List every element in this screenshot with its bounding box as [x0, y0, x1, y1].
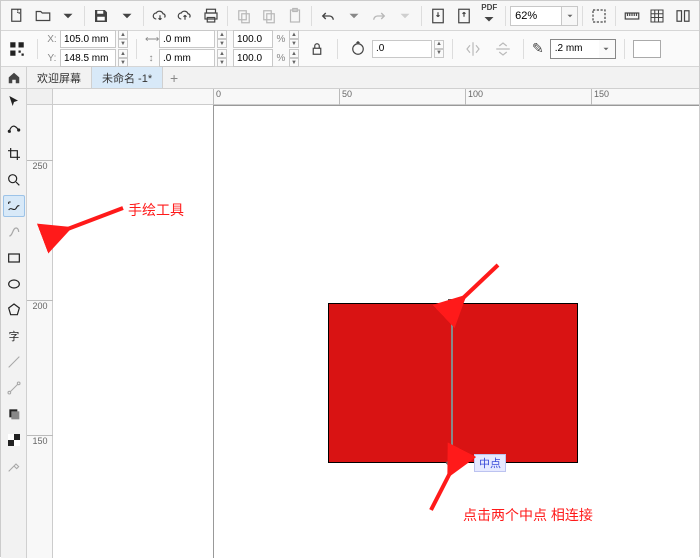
property-toolbar: X:▲▼ Y:▲▼ ⟷▲▼ ↕▲▼ %▲▼ %▲▼ ▲▼ ✎ [1, 31, 699, 67]
chevron-down-icon[interactable] [561, 7, 577, 25]
ruler-icon[interactable] [620, 4, 644, 28]
freehand-line[interactable] [451, 303, 453, 463]
settings-icon[interactable] [671, 4, 695, 28]
arrow-to-tool [63, 200, 133, 243]
rectangle-tool[interactable] [3, 247, 25, 269]
tab-active[interactable]: 未命名 -1* [92, 67, 163, 88]
polygon-tool[interactable] [3, 299, 25, 321]
red-rectangle[interactable] [328, 303, 578, 463]
import-icon[interactable] [426, 4, 450, 28]
open-icon[interactable] [31, 4, 55, 28]
freehand-tool[interactable] [3, 195, 25, 217]
fullscreen-icon[interactable] [587, 4, 611, 28]
redo-icon [367, 4, 391, 28]
work-area: 字 0 50 100 150 200 250 200 150 中点 [1, 89, 699, 558]
copy2-icon [258, 4, 282, 28]
document-tabs: 欢迎屏幕 未命名 -1* + [1, 67, 699, 89]
dropdown-icon[interactable] [115, 4, 139, 28]
position-group: X:▲▼ Y:▲▼ [46, 30, 128, 67]
pick-tool[interactable] [3, 91, 25, 113]
export-icon[interactable] [452, 4, 476, 28]
undo-icon[interactable] [316, 4, 340, 28]
main-toolbar: PDF [1, 1, 699, 31]
rotate-input[interactable] [372, 40, 432, 58]
canvas[interactable]: 0 50 100 150 200 250 200 150 中点 手绘工具 [27, 89, 699, 558]
dropshadow-tool[interactable] [3, 403, 25, 425]
cloud-down-icon[interactable] [148, 4, 172, 28]
text-tool[interactable]: 字 [3, 325, 25, 347]
dropdown-icon[interactable] [56, 4, 80, 28]
print-icon[interactable] [199, 4, 223, 28]
chevron-down-icon[interactable] [599, 44, 613, 54]
new-icon[interactable] [5, 4, 29, 28]
tab-welcome[interactable]: 欢迎屏幕 [27, 67, 92, 88]
outline-input[interactable] [551, 40, 599, 58]
dropdown-icon[interactable] [342, 4, 366, 28]
pen-label: ✎ [532, 40, 544, 57]
size-group: ⟷▲▼ ↕▲▼ [145, 30, 227, 67]
grid-icon[interactable] [646, 4, 670, 28]
scale-group: %▲▼ %▲▼ [233, 30, 299, 67]
ellipse-tool[interactable] [3, 273, 25, 295]
pdf-icon[interactable]: PDF [477, 4, 501, 28]
dropdown-icon [393, 4, 417, 28]
dimension-tool[interactable] [3, 351, 25, 373]
flip-v-icon [491, 37, 515, 61]
y-input[interactable] [60, 49, 116, 67]
eyedropper-tool[interactable] [3, 455, 25, 477]
anno-mid-label: 点击两个中点 相连接 [463, 505, 593, 525]
svg-text:字: 字 [8, 330, 19, 343]
outline-combo[interactable] [550, 39, 616, 59]
shape-tool[interactable] [3, 117, 25, 139]
w-input[interactable] [159, 30, 215, 48]
rotate-group: ▲▼ [346, 37, 444, 61]
connector-tool[interactable] [3, 377, 25, 399]
transparency-tool[interactable] [3, 429, 25, 451]
h-label: ↕ [145, 53, 157, 64]
x-input[interactable] [60, 30, 116, 48]
lock-ratio-icon[interactable] [305, 37, 329, 61]
y-label: Y: [46, 53, 58, 64]
sy-input[interactable] [233, 49, 273, 67]
new-tab-button[interactable]: + [163, 67, 185, 88]
ruler-horizontal: 0 50 100 150 200 [53, 89, 699, 105]
zoom-input[interactable] [511, 7, 561, 25]
artistic-media-tool[interactable] [3, 221, 25, 243]
anno-tool-label: 手绘工具 [128, 200, 184, 220]
cloud-up-icon[interactable] [173, 4, 197, 28]
home-icon[interactable] [1, 67, 27, 88]
rotate-icon [346, 37, 370, 61]
arrow-to-top-mid [453, 260, 503, 313]
paste-icon [283, 4, 307, 28]
ruler-vertical: 250 200 150 [27, 105, 53, 558]
x-label: X: [46, 34, 58, 45]
w-label: ⟷ [145, 34, 157, 45]
crop-tool[interactable] [3, 143, 25, 165]
toolbox: 字 [1, 89, 27, 558]
qr-icon[interactable] [5, 37, 29, 61]
ruler-corner [27, 89, 53, 105]
zoom-combo[interactable] [510, 6, 578, 26]
h-input[interactable] [159, 49, 215, 67]
sx-input[interactable] [233, 30, 273, 48]
save-icon[interactable] [89, 4, 113, 28]
page-viewport[interactable]: 中点 手绘工具 点击两个中点 相连接 [53, 105, 699, 558]
flip-h-icon [461, 37, 485, 61]
zoom-tool[interactable] [3, 169, 25, 191]
copy-icon [232, 4, 256, 28]
